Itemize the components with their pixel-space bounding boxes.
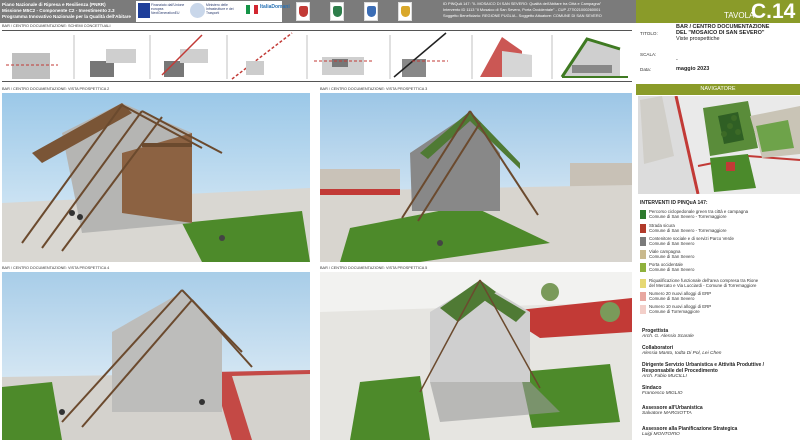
perspective-view-3 [320,93,632,262]
legend-item: Strada sicura Comune di San Severo - Tor… [640,223,800,235]
seal-icon [398,2,412,21]
credit-name: Francesco MIGLIO [642,391,683,396]
legend-item: Numero 20 nuovi alloggi di ERP Comune di… [640,291,800,303]
project-line: Soggetto Beneficiario: REGIONE PUGLIA - … [443,13,602,18]
seal-icon [330,2,344,21]
scala-value: - [676,57,678,63]
navigator-header: NAVIGATORE [636,84,800,95]
legend-line: Comune di Torremaggiore [649,309,700,314]
credit-name: Arch. G. Alessio Scarale [642,334,694,339]
legend-swatch [640,292,646,301]
logo-strip: Finanziato dall'Unione europea NextGener… [136,1,290,22]
legend-swatch [640,210,646,219]
legend-swatch [640,250,646,259]
view-label: BAR / CENTRO DOCUMENTAZIONE: VISTA PROSP… [320,266,428,270]
legend-item: Contenitore sociale e di servizi Parco V… [640,236,800,248]
legend-line: Comune di San Severo - Torremaggiore [649,214,727,219]
perspective-view-4 [2,272,310,440]
project-line: Intervento ID 1113 "Il Mosaico di San Se… [443,7,601,12]
tavola-label: TAVOLA [724,11,755,20]
italy-emblem-icon [190,3,205,18]
header-pnrr-band: Piano Nazionale di Ripresa e Resilienza … [0,0,440,23]
project-line: ID PINQuA 147: "IL MOSAICO DI SAN SEVERO… [443,1,602,6]
perspective-view-5 [320,272,632,440]
legend-line: Comune di San Severo [649,267,695,272]
concept-diagrams [2,30,632,82]
subtitle: Viste prospettiche [676,36,720,42]
legend-swatch [640,279,646,288]
logo-eu-text: Finanziato dall'Unione europea NextGener… [151,3,185,15]
italiadomani-logo: ItaliaDomani [260,4,290,10]
navigator-map[interactable] [638,96,800,194]
italy-flag-icon [246,5,258,14]
legend-line: Comune di San Severo - Torremaggiore [649,228,727,233]
legend-line: Comune di San Severo [649,241,695,246]
view-label: BAR / CENTRO DOCUMENTAZIONE: VISTA PROSP… [2,266,110,270]
legend-item: Viale campagna Comune di San Severo [640,249,800,261]
legend-swatch [640,237,646,246]
data-value: maggio 2023 [676,66,710,72]
pnrr-line: Programma Innovativo Nazionale per la Qu… [2,14,131,19]
pnrr-line: Piano Nazionale di Ripresa e Resilienza … [2,2,106,7]
legend-title: INTERVENTI ID PINQuA 147: [640,200,708,206]
eu-flag-icon [138,3,150,18]
perspective-view-2 [2,93,310,262]
legend-line: Comune di San Severo [649,296,695,301]
scala-label: SCALA: [640,52,657,57]
legend-item: Porta occidentale Comune di San Severo [640,262,800,274]
legend-swatch [640,305,646,314]
legend-item: Percorso ciclopedonale green tra città e… [640,209,800,221]
tavola-number: C.14 [751,0,796,23]
legend-item: Riqualificazione funzionale dell'area co… [640,278,800,290]
view-label: BAR / CENTRO DOCUMENTAZIONE: VISTA PROSP… [320,87,428,91]
legend-item: Numero 10 nuovi alloggi di ERP Comune di… [640,304,800,316]
credit-name: Arch. Fabio MUCILLI [642,374,687,379]
legend-line: Comune di San Severo [649,254,695,259]
title-block: TITOLO: BAR / CENTRO DOCUMENTAZIONE DEL … [636,23,800,80]
schemi-label: BAR / CENTRO DOCUMENTAZIONE: SCHEMI CONC… [2,24,111,28]
logo-ministry-text: Ministero delle Infrastrutture e dei Tra… [206,3,234,15]
data-label: Data: [640,67,651,72]
legend-line: del Mercato e Via Lucciardi - Comune di … [649,283,757,288]
seal-icon [364,2,378,21]
legend-swatch [640,263,646,272]
project-band: ID PINQuA 147: "IL MOSAICO DI SAN SEVERO… [440,0,636,23]
tavola-badge: TAVOLA C.14 [636,0,800,23]
pnrr-line: Missione M5C2 - Componente C2 - Investim… [2,8,115,13]
legend-swatch [640,224,646,233]
seal-icon [296,2,310,21]
credit-name: Luigi MONTORIO [642,432,680,437]
credit-name: Salvatore MARGIOTTA [642,411,692,416]
titolo-label: TITOLO: [640,31,658,36]
credit-name: Alessia Manto, Iodta Di Pol, Lei Chen [642,351,722,356]
view-label: BAR / CENTRO DOCUMENTAZIONE: VISTA PROSP… [2,87,110,91]
